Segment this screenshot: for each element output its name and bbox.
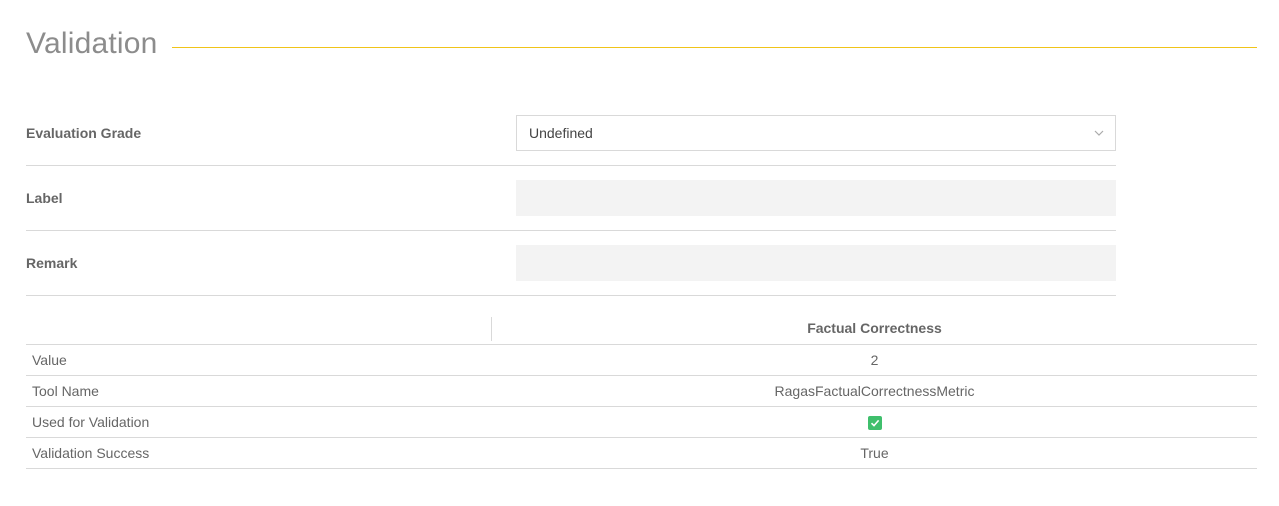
validation-page: Validation Evaluation Grade Undefined La…: [0, 0, 1279, 506]
row-value-used-for-validation: [492, 406, 1257, 438]
evaluation-grade-value: Undefined: [529, 125, 593, 141]
row-label-tool-name: Tool Name: [26, 375, 492, 407]
section-divider: [172, 47, 1257, 48]
section-header: Validation: [26, 26, 1257, 66]
label-field-label: Label: [26, 190, 63, 206]
row-value-value: 2: [492, 344, 1257, 376]
remark-input[interactable]: [516, 245, 1116, 281]
table-row: Used for Validation: [26, 406, 1257, 438]
label-input[interactable]: [516, 180, 1116, 216]
row-value-tool-name: RagasFactualCorrectnessMetric: [492, 375, 1257, 407]
table-header-row: Factual Correctness: [26, 311, 1257, 345]
table-header-blank: [26, 311, 492, 345]
metrics-table: Factual Correctness Value 2 Tool Name Ra…: [26, 311, 1257, 469]
row-label-used-for-validation: Used for Validation: [26, 406, 492, 438]
checkbox-checked-icon[interactable]: [867, 416, 882, 431]
table-header-factual-correctness: Factual Correctness: [492, 311, 1257, 345]
table-row: Tool Name RagasFactualCorrectnessMetric: [26, 375, 1257, 407]
checkmark-icon: [870, 420, 879, 427]
remark-field-label: Remark: [26, 255, 78, 271]
section-title: Validation: [26, 27, 158, 60]
column-separator: [491, 317, 492, 341]
chevron-down-icon: [1094, 130, 1104, 136]
form-row-label: Label: [26, 165, 1116, 231]
row-label-validation-success: Validation Success: [26, 437, 492, 469]
row-label-value: Value: [26, 344, 492, 376]
evaluation-grade-label: Evaluation Grade: [26, 125, 142, 141]
evaluation-grade-select[interactable]: Undefined: [516, 115, 1116, 151]
form-row-remark: Remark: [26, 230, 1116, 296]
table-row: Validation Success True: [26, 437, 1257, 469]
table-row: Value 2: [26, 344, 1257, 376]
form-row-evaluation-grade: Evaluation Grade Undefined: [26, 100, 1116, 166]
row-value-validation-success: True: [492, 437, 1257, 469]
